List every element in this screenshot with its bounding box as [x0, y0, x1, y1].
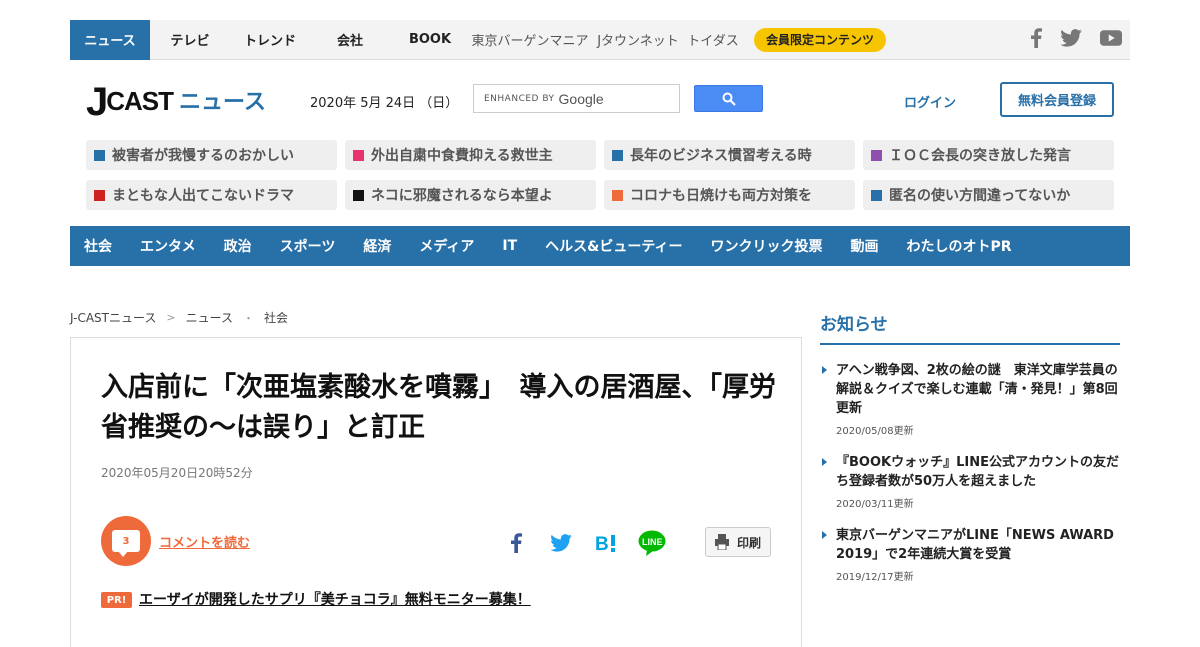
category-nav: 社会 エンタメ 政治 スポーツ 経済 メディア IT ヘルス&ビューティー ワン…: [70, 226, 1130, 266]
category-it[interactable]: IT: [502, 238, 517, 254]
search-input[interactable]: ENHANCED BY Google: [473, 84, 680, 113]
topic-tile[interactable]: コロナも日焼けも両方対策を: [604, 180, 855, 210]
breadcrumb-news[interactable]: ニュース: [186, 309, 233, 326]
print-button[interactable]: 印刷: [705, 527, 771, 557]
category-media[interactable]: メディア: [419, 236, 474, 256]
topic-color-square: [94, 189, 105, 201]
twitter-icon[interactable]: [1060, 29, 1082, 51]
printer-icon: [714, 534, 729, 550]
twitter-share-icon[interactable]: [546, 528, 576, 558]
read-comments-link[interactable]: コメントを読む: [159, 532, 250, 551]
topnav-item-tv[interactable]: テレビ: [150, 20, 230, 60]
top-nav-bar: ニュース テレビ トレンド 会社 BOOK 東京バーゲンマニア Jタウンネット …: [70, 19, 1130, 60]
member-content-badge[interactable]: 会員限定コンテンツ: [754, 27, 887, 52]
pr-link[interactable]: エーザイが開発したサプリ『美チョコラ』無料モニター募集！: [139, 589, 531, 609]
category-sports[interactable]: スポーツ: [280, 236, 336, 256]
topnav-item-book[interactable]: BOOK: [390, 20, 470, 60]
breadcrumb-home[interactable]: J-CASTニュース: [70, 309, 156, 326]
register-button[interactable]: 無料会員登録: [1000, 82, 1114, 117]
sidebar-title: お知らせ: [820, 310, 1120, 345]
category-video[interactable]: 動画: [851, 236, 879, 256]
youtube-icon[interactable]: [1100, 30, 1122, 50]
category-society[interactable]: 社会: [84, 236, 112, 256]
notice-item[interactable]: 東京バーゲンマニアがLINE「NEWS AWARD 2019」で2年連続大賞を受…: [820, 526, 1120, 583]
topic-tile[interactable]: ネコに邪魔されるなら本望よ: [345, 180, 596, 210]
topnav-item-trend[interactable]: トレンド: [230, 20, 310, 60]
topic-tile[interactable]: 被害者が我慢するのおかしい: [86, 140, 337, 170]
article-date: 2020年05月20日20時52分: [101, 466, 253, 480]
topnav-item-jtown[interactable]: Jタウンネット: [590, 20, 686, 60]
notice-item[interactable]: アヘン戦争図、2枚の絵の謎 東洋文庫学芸員の解説＆クイズで楽しむ連載「清・発見！…: [820, 361, 1120, 437]
topnav-item-news[interactable]: ニュース: [70, 19, 150, 60]
breadcrumb-separator: ・: [243, 311, 255, 325]
comment-count-button[interactable]: 3: [101, 516, 151, 566]
topic-color-square: [612, 189, 623, 201]
svg-text:LINE: LINE: [642, 537, 663, 547]
social-links: [1030, 28, 1122, 52]
article-title: 入店前に「次亜塩素酸水を噴霧」 導入の居酒屋、「厚労省推奨の～は誤り」と訂正: [101, 372, 776, 443]
category-entertainment[interactable]: エンタメ: [140, 236, 196, 256]
topic-tile[interactable]: まともな人出てこないドラマ: [86, 180, 337, 210]
hatena-bookmark-icon[interactable]: B: [591, 528, 621, 558]
category-politics[interactable]: 政治: [224, 236, 252, 256]
topic-tile[interactable]: ＩＯＣ会長の突き放した発言: [863, 140, 1114, 170]
facebook-icon[interactable]: [1030, 28, 1042, 52]
topic-color-square: [871, 149, 882, 161]
breadcrumb-society[interactable]: 社会: [264, 309, 288, 326]
topic-color-square: [612, 149, 623, 161]
category-watashi-no-oto-pr[interactable]: わたしのオトPR: [907, 236, 1012, 256]
sidebar-notices: お知らせ アヘン戦争図、2枚の絵の謎 東洋文庫学芸員の解説＆クイズで楽しむ連載「…: [820, 310, 1120, 583]
search-button[interactable]: [694, 85, 763, 112]
pr-badge: PR!: [101, 592, 132, 608]
notice-item[interactable]: 『BOOKウォッチ』LINE公式アカウントの友だち登録者数が50万人を超えました…: [820, 453, 1120, 510]
topic-color-square: [353, 189, 364, 201]
topic-color-square: [353, 149, 364, 161]
trending-topics: 被害者が我慢するのおかしい 外出自粛中食費抑える救世主 長年のビジネス慣習考える…: [86, 140, 1116, 210]
site-header: J CAST ニュース 2020年 5月 24日 （日） ENHANCED BY…: [70, 60, 1130, 140]
current-date: 2020年 5月 24日 （日）: [310, 96, 459, 111]
svg-text:B: B: [595, 534, 609, 553]
topic-tile[interactable]: 長年のビジネス慣習考える時: [604, 140, 855, 170]
topic-color-square: [94, 149, 105, 161]
category-health-beauty[interactable]: ヘルス&ビューティー: [545, 236, 682, 256]
breadcrumb: J-CASTニュース > ニュース ・ 社会: [70, 309, 288, 326]
topnav-item-bargain[interactable]: 東京バーゲンマニア: [470, 20, 590, 60]
topic-tile[interactable]: 匿名の使い方間違ってないか: [863, 180, 1114, 210]
login-link[interactable]: ログイン: [904, 92, 956, 111]
topnav-item-toidas[interactable]: トイダス: [686, 20, 740, 60]
article-card: 入店前に「次亜塩素酸水を噴霧」 導入の居酒屋、「厚労省推奨の～は誤り」と訂正 2…: [70, 337, 802, 647]
category-economy[interactable]: 経済: [363, 236, 391, 256]
topnav-item-company[interactable]: 会社: [310, 20, 390, 60]
line-share-icon[interactable]: LINE: [637, 528, 667, 558]
category-one-click-vote[interactable]: ワンクリック投票: [711, 236, 823, 256]
search-icon: [722, 92, 736, 106]
jcast-logo[interactable]: J CAST ニュース: [86, 80, 266, 122]
comment-bubble-icon: 3: [112, 530, 140, 557]
breadcrumb-separator: >: [166, 311, 176, 324]
facebook-share-icon[interactable]: [501, 528, 531, 558]
topic-color-square: [871, 189, 882, 201]
topic-tile[interactable]: 外出自粛中食費抑える救世主: [345, 140, 596, 170]
